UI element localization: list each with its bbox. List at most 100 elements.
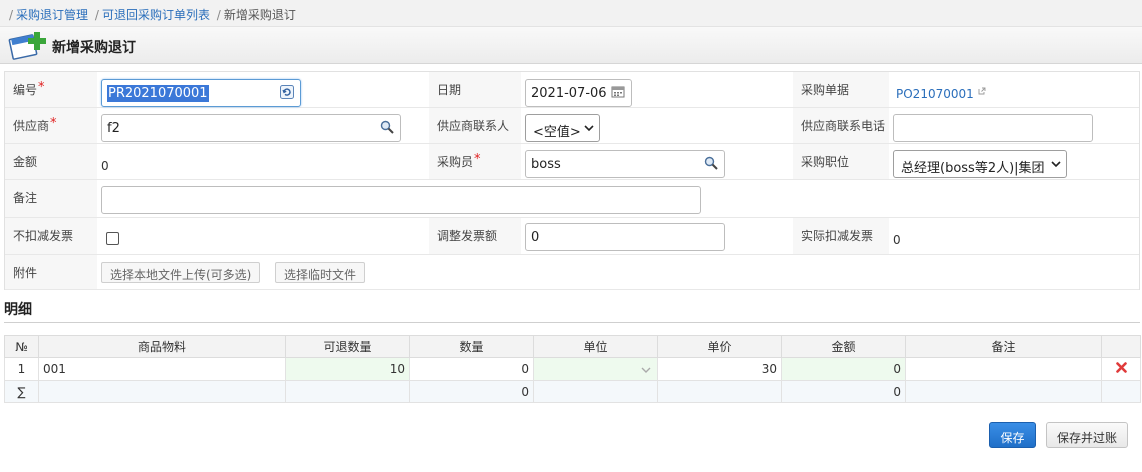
cell-price[interactable]: 30 bbox=[657, 357, 782, 381]
col-header-item: 商品物料 bbox=[38, 335, 286, 358]
col-header-no: № bbox=[4, 335, 39, 358]
new-document-icon bbox=[8, 32, 46, 60]
label-caigouzhiwei: 采购职位 bbox=[793, 144, 889, 179]
amount-value: 0 bbox=[101, 159, 109, 173]
label-caigoudanju: 采购单据 bbox=[793, 72, 889, 107]
calendar-icon[interactable] bbox=[611, 85, 625, 99]
supplier-contact-select[interactable]: <空值> bbox=[525, 114, 600, 142]
bianhao-value: PR2021070001 bbox=[107, 85, 209, 102]
sum-empty bbox=[1101, 380, 1141, 403]
page-title: 新增采购退订 bbox=[52, 40, 136, 56]
form-row: 金额 0 采购员* boss 采购职位 总经理(boss等2人)|集团 bbox=[5, 144, 1139, 180]
section-divider bbox=[4, 322, 1140, 323]
breadcrumb: / 采购退订管理 / 可退回采购订单列表 / 新增采购退订 bbox=[0, 0, 1142, 27]
label-jine: 金额 bbox=[5, 144, 97, 179]
table-row: 1 001 10 0 30 0 bbox=[4, 357, 1141, 381]
label-beizhu: 备注 bbox=[5, 180, 97, 217]
form-row: 附件 选择本地文件上传(可多选) 选择临时文件 bbox=[5, 255, 1139, 290]
cell-unit-select[interactable] bbox=[533, 357, 658, 381]
detail-table: № 商品物料 可退数量 数量 单位 单价 金额 备注 1 001 10 0 30… bbox=[4, 335, 1141, 403]
col-header-qty: 数量 bbox=[409, 335, 534, 358]
riqi-date-input[interactable]: 2021-07-06 bbox=[525, 79, 632, 107]
choose-temp-file-button[interactable]: 选择临时文件 bbox=[275, 262, 366, 283]
col-header-amount: 金额 bbox=[781, 335, 906, 358]
sum-qty: 0 bbox=[409, 380, 534, 403]
supplier-contact-value: <空值> bbox=[533, 125, 581, 140]
label-shijikoujianfapiao: 实际扣减发票 bbox=[793, 218, 889, 254]
detail-section-title: 明细 bbox=[4, 302, 32, 318]
cell-returnable-qty: 10 bbox=[285, 357, 410, 381]
search-icon[interactable] bbox=[704, 156, 718, 170]
col-header-returnable-qty: 可退数量 bbox=[285, 335, 410, 358]
cell-qty[interactable]: 0 bbox=[409, 357, 534, 381]
cell-no: 1 bbox=[4, 357, 39, 381]
col-header-price: 单价 bbox=[657, 335, 782, 358]
purchase-position-value: 总经理(boss等2人)|集团 bbox=[901, 161, 1045, 176]
actual-deduct-value: 0 bbox=[893, 233, 901, 247]
save-button[interactable]: 保存 bbox=[989, 422, 1036, 448]
no-invoice-deduction-checkbox[interactable] bbox=[106, 232, 119, 245]
label-bianhao: 编号* bbox=[5, 72, 97, 107]
table-header-row: № 商品物料 可退数量 数量 单位 单价 金额 备注 bbox=[4, 335, 1141, 358]
sum-empty bbox=[285, 380, 410, 403]
riqi-value: 2021-07-06 bbox=[531, 86, 607, 101]
table-sum-row: ∑ 0 0 bbox=[4, 380, 1141, 403]
cell-item[interactable]: 001 bbox=[38, 357, 286, 381]
invoice-adjust-value: 0 bbox=[531, 230, 540, 245]
label-caigouyuan: 采购员* bbox=[429, 144, 521, 179]
required-marker: * bbox=[50, 116, 57, 131]
form-row: 供应商* f2 供应商联系人 <空值> 供应商联系电话 bbox=[5, 108, 1139, 144]
delete-row-icon[interactable] bbox=[1115, 362, 1127, 373]
purchase-position-select[interactable]: 总经理(boss等2人)|集团 bbox=[893, 150, 1067, 178]
label-gongyingshang: 供应商* bbox=[5, 108, 97, 143]
supplier-value: f2 bbox=[107, 121, 120, 136]
sum-empty bbox=[905, 380, 1102, 403]
sum-symbol: ∑ bbox=[4, 380, 39, 403]
sum-amount: 0 bbox=[781, 380, 906, 403]
remark-input[interactable] bbox=[101, 186, 701, 214]
required-marker: * bbox=[474, 152, 481, 167]
label-supplier-phone: 供应商联系电话 bbox=[793, 108, 889, 143]
label-bukoujianfapiao: 不扣减发票 bbox=[5, 218, 97, 254]
col-header-unit: 单位 bbox=[533, 335, 658, 358]
chevron-down-icon bbox=[641, 367, 651, 373]
purchaser-input[interactable]: boss bbox=[525, 150, 725, 178]
breadcrumb-link-return-management[interactable]: 采购退订管理 bbox=[16, 8, 88, 22]
form-row: 编号* PR2021070001 日期 2021-07-06 采购单据 PO21… bbox=[5, 72, 1139, 108]
sum-empty bbox=[657, 380, 782, 403]
upload-local-button[interactable]: 选择本地文件上传(可多选) bbox=[101, 262, 261, 283]
col-header-action bbox=[1101, 335, 1141, 358]
breadcrumb-link-returnable-orders[interactable]: 可退回采购订单列表 bbox=[102, 8, 210, 22]
label-tiaozhengfapiaoe: 调整发票额 bbox=[429, 218, 521, 254]
col-header-note: 备注 bbox=[905, 335, 1102, 358]
external-link-icon bbox=[978, 87, 986, 95]
page-header: 新增采购退订 bbox=[0, 27, 1142, 64]
required-marker: * bbox=[38, 80, 45, 95]
cell-delete bbox=[1101, 357, 1141, 381]
breadcrumb-current: 新增采购退订 bbox=[223, 8, 296, 22]
search-icon[interactable] bbox=[380, 120, 394, 134]
purchase-order-link[interactable]: PO21070001 bbox=[896, 87, 986, 101]
chevron-down-icon bbox=[584, 125, 594, 132]
refresh-icon[interactable] bbox=[280, 85, 294, 99]
invoice-adjust-input[interactable]: 0 bbox=[525, 223, 725, 251]
purchaser-value: boss bbox=[531, 157, 561, 172]
form-row: 备注 bbox=[5, 180, 1139, 218]
label-fujian: 附件 bbox=[5, 255, 97, 289]
breadcrumb-separator: / bbox=[9, 8, 14, 22]
sum-empty bbox=[533, 380, 658, 403]
supplier-input[interactable]: f2 bbox=[101, 114, 401, 142]
form-row: 不扣减发票 调整发票额 0 实际扣减发票 0 bbox=[5, 218, 1139, 255]
sum-empty bbox=[38, 380, 286, 403]
supplier-phone-input[interactable] bbox=[893, 114, 1093, 142]
breadcrumb-separator: / bbox=[216, 8, 221, 22]
chevron-down-icon bbox=[1051, 161, 1061, 168]
breadcrumb-separator: / bbox=[94, 8, 99, 22]
cell-amount: 0 bbox=[781, 357, 906, 381]
label-supplier-contact: 供应商联系人 bbox=[429, 108, 521, 143]
bianhao-input[interactable]: PR2021070001 bbox=[101, 79, 301, 107]
return-order-form: 编号* PR2021070001 日期 2021-07-06 采购单据 PO21… bbox=[4, 71, 1140, 290]
cell-note[interactable] bbox=[905, 357, 1102, 381]
label-riqi: 日期 bbox=[429, 72, 521, 107]
save-and-post-button[interactable]: 保存并过账 bbox=[1046, 422, 1128, 448]
